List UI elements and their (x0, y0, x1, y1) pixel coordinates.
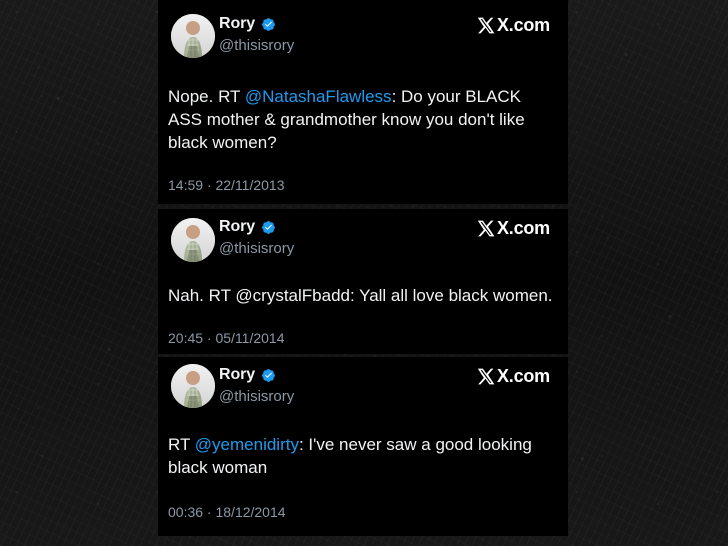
verified-badge-icon (261, 220, 276, 235)
tweet-header: Rory @thisisrory X.com (219, 217, 550, 263)
xcom-link[interactable]: X.com (476, 15, 550, 36)
x-logo-icon (477, 368, 495, 385)
display-name[interactable]: Rory (219, 218, 255, 236)
tweet-text-prefix: Nope. RT (168, 87, 245, 106)
tweet-stack: Rory @thisisrory X.com Nope. RT @Natasha… (158, 0, 568, 546)
tweet-timestamp[interactable]: 20:45 · 05/11/2014 (168, 330, 285, 346)
xcom-link[interactable]: X.com (476, 218, 550, 239)
tweet-header: Rory @thisisrory X.com (219, 365, 550, 411)
tweet-card-2: Rory @thisisrory X.com Nah. RT @crystalF… (158, 209, 568, 354)
verified-badge-icon (261, 368, 276, 383)
profile-avatar[interactable] (171, 364, 215, 408)
xcom-text: X.com (496, 15, 550, 35)
tweet-body: Nah. RT @crystalFbadd: Yall all love bla… (168, 286, 553, 305)
tweet-header: Rory @thisisrory X.com (219, 14, 550, 60)
mention-link[interactable]: @yemenidirty (195, 435, 299, 454)
profile-avatar[interactable] (171, 218, 215, 262)
tweet-body: RT @yemenidirty: I've never saw a good l… (168, 433, 553, 479)
user-handle[interactable]: @thisisrory (219, 37, 550, 54)
user-handle[interactable]: @thisisrory (219, 240, 550, 257)
profile-avatar[interactable] (171, 14, 215, 58)
user-handle[interactable]: @thisisrory (219, 388, 550, 405)
verified-badge-icon (261, 17, 276, 32)
x-logo-icon (477, 220, 495, 237)
xcom-text: X.com (496, 366, 550, 386)
x-logo-icon (477, 17, 495, 34)
display-name[interactable]: Rory (219, 366, 255, 384)
tweet-text-prefix: RT (168, 435, 195, 454)
tweet-body: Nope. RT @NatashaFlawless: Do your BLACK… (168, 85, 553, 154)
xcom-text: X.com (496, 218, 550, 238)
tweet-timestamp[interactable]: 00:36 · 18/12/2014 (168, 504, 286, 520)
tweet-card-3: Rory @thisisrory X.com RT @yemenidirty: … (158, 357, 568, 536)
xcom-link[interactable]: X.com (476, 366, 550, 387)
display-name[interactable]: Rory (219, 15, 255, 33)
tweet-timestamp[interactable]: 14:59 · 22/11/2013 (168, 177, 285, 193)
tweet-card-1: Rory @thisisrory X.com Nope. RT @Natasha… (158, 0, 568, 204)
mention-link[interactable]: @NatashaFlawless (245, 87, 392, 106)
